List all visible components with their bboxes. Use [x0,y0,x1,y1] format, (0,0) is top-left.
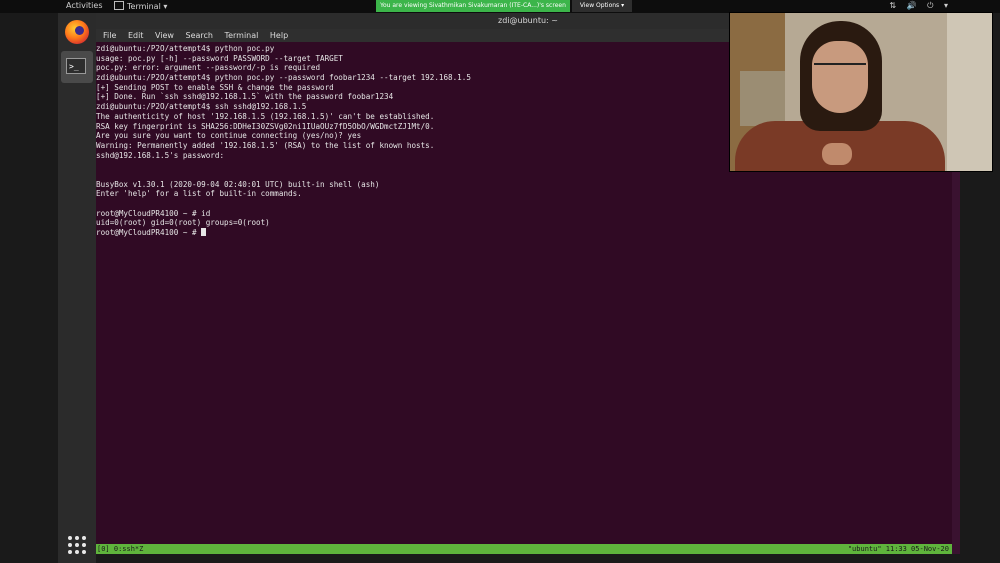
menu-terminal[interactable]: Terminal [225,31,259,40]
menu-view[interactable]: View [155,31,174,40]
terminal-line: BusyBox v1.30.1 (2020-09-04 02:40:01 UTC… [96,179,380,189]
terminal-launcher[interactable]: >_ [61,51,93,83]
webcam-video-feed [729,12,993,172]
terminal-line: root@MyCloudPR4100 ~ # [96,228,960,238]
menu-edit[interactable]: Edit [128,31,144,40]
terminal-line: uid=0(root) gid=0(root) groups=0(root) [96,218,270,228]
system-tray[interactable]: ⇅ 🔊 ⏻ ▾ [889,1,952,11]
presenter-hand [822,143,852,165]
tmux-status-bar: [0] 0:ssh*Z "ubuntu" 11:33 05-Nov-20 [96,544,952,554]
app-menu[interactable]: Terminal ▾ [114,1,167,11]
tmux-window-list: [0] 0:ssh*Z [97,545,144,553]
firefox-icon[interactable] [65,20,89,44]
presenter-glasses [814,63,866,75]
app-menu-label: Terminal ▾ [127,2,168,11]
webcam-background-window [740,71,785,126]
presenter-face [812,41,868,113]
terminal-line: Enter 'help' for a list of built-in comm… [96,189,302,199]
menu-file[interactable]: File [103,31,116,40]
tmux-host-time: "ubuntu" 11:33 05-Nov-20 [847,545,949,553]
terminal-small-icon [114,1,124,10]
screen-share-banner: You are viewing Sivathmikan Sivakumaran … [376,0,570,12]
menu-search[interactable]: Search [186,31,213,40]
show-applications-icon[interactable] [68,536,86,554]
launcher-dock: >_ [58,13,96,563]
terminal-line: root@MyCloudPR4100 ~ # id [96,208,211,218]
view-options-button[interactable]: View Options ▾ [572,0,632,12]
terminal-cursor [201,228,207,237]
terminal-icon: >_ [66,58,86,74]
webcam-background-wall [947,13,992,171]
menu-help[interactable]: Help [270,31,288,40]
activities-button[interactable]: Activities [66,1,103,10]
